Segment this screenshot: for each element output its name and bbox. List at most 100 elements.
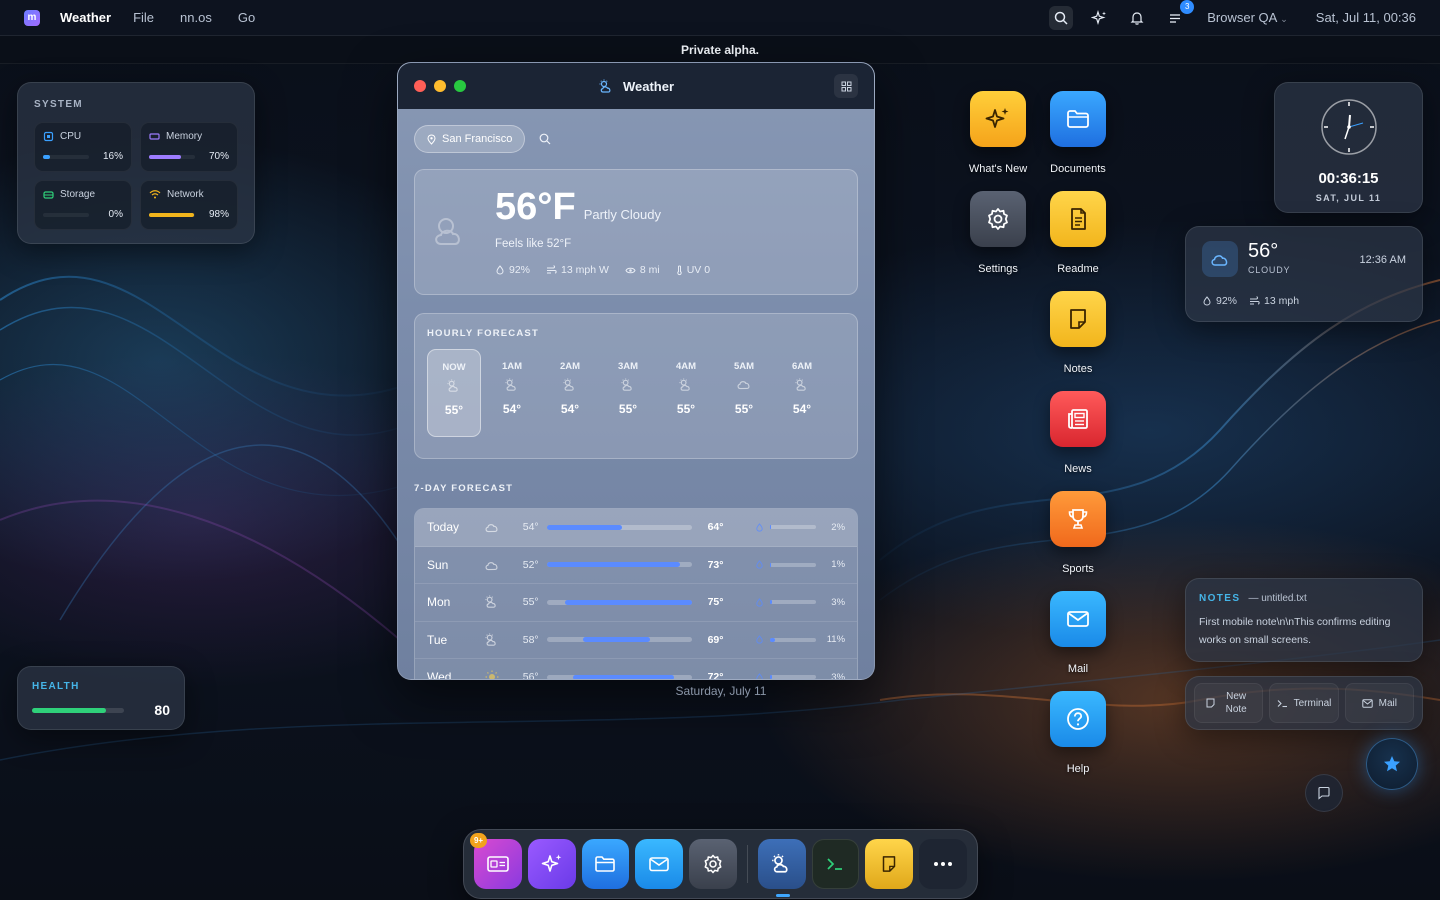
temp-range-bar	[546, 524, 692, 530]
window-titlebar[interactable]: Weather	[398, 63, 874, 109]
weather-window: Weather San Francisco 56°F Partly Cloudy…	[397, 62, 875, 680]
hourly-item[interactable]: 3AM 55°	[601, 349, 655, 437]
hour-temp: 55°	[676, 402, 696, 416]
mail-button[interactable]: Mail	[1344, 683, 1414, 723]
close-button[interactable]	[414, 80, 426, 92]
active-app-indicator	[775, 894, 790, 897]
documents-shortcut[interactable]: Documents	[1038, 91, 1118, 175]
daily-row[interactable]: Mon 55° 75° 3%	[415, 584, 857, 622]
sports-shortcut[interactable]: Sports	[1038, 491, 1118, 575]
chat-button[interactable]	[1305, 774, 1343, 812]
maximize-button[interactable]	[454, 80, 466, 92]
mail-icon	[1050, 591, 1106, 647]
assistant-button[interactable]	[1366, 738, 1418, 790]
clock-time: 00:36:15	[1318, 170, 1379, 187]
help-shortcut[interactable]: Help	[1038, 691, 1118, 775]
settings-shortcut[interactable]: Settings	[958, 191, 1038, 275]
desktop-date: Saturday, July 11	[675, 684, 767, 698]
dock-contacts[interactable]: 9+	[470, 833, 522, 889]
hourly-item[interactable]: 4AM 55°	[659, 349, 713, 437]
minimize-button[interactable]	[434, 80, 446, 92]
daily-row[interactable]: Sun 52° 73° 1%	[415, 547, 857, 584]
partly-cloudy-icon	[678, 378, 694, 392]
sparkles-icon[interactable]	[1087, 6, 1111, 30]
hourly-item[interactable]: 1AM 54°	[485, 349, 539, 437]
wind-icon	[1250, 296, 1260, 305]
dock-notes[interactable]	[865, 839, 914, 889]
precip-icon	[749, 635, 771, 644]
widget-time: 12:36 AM	[1359, 254, 1406, 266]
new-note-button[interactable]: New Note	[1194, 683, 1264, 723]
hour-label: NOW	[442, 362, 466, 373]
system-widget: SYSTEM CPU 16% Memory 70% Storage 0% Net…	[17, 82, 255, 244]
location-search-icon[interactable]	[539, 133, 551, 145]
daily-row[interactable]: Tue 58° 69° 11%	[415, 622, 857, 659]
readme-shortcut[interactable]: Readme	[1038, 191, 1118, 275]
day-name: Mon	[427, 595, 451, 610]
network-value: 98%	[208, 209, 229, 220]
hourly-item[interactable]: NOW 55°	[427, 349, 481, 437]
newspaper-icon	[1050, 391, 1106, 447]
memory-value: 70%	[208, 151, 229, 162]
notes-shortcut[interactable]: Notes	[1038, 291, 1118, 375]
hourly-item[interactable]: 2AM 54°	[543, 349, 597, 437]
menu-nnos[interactable]: nn.os	[180, 10, 212, 25]
dock-documents[interactable]	[581, 839, 630, 889]
partly-cloudy-icon	[446, 379, 462, 393]
daily-forecast: Today 54° 64° 2% Sun 52° 73° 1% Mon 55° 75° 3% Tue 58…	[414, 508, 858, 679]
precip-bar	[770, 600, 816, 605]
weather-widget[interactable]: 56° CLOUDY 12:36 AM 92% 13 mph	[1185, 226, 1423, 322]
hour-label: 6AM	[791, 361, 813, 372]
hourly-item[interactable]: 5AM 55°	[717, 349, 771, 437]
news-label: News	[1064, 463, 1092, 475]
partly-cloudy-icon	[562, 378, 578, 392]
cpu-card[interactable]: CPU 16%	[34, 122, 132, 172]
dock-settings[interactable]	[689, 839, 737, 889]
clock-widget[interactable]: 00:36:15 SAT, JUL 11	[1274, 82, 1423, 213]
memory-card[interactable]: Memory 70%	[140, 122, 238, 172]
hourly-item[interactable]: 6AM 54°	[775, 349, 829, 437]
location-name: San Francisco	[442, 133, 513, 145]
menu-datetime[interactable]: Sat, Jul 11, 00:36	[1316, 10, 1416, 25]
task-list-icon[interactable]: 3	[1163, 0, 1195, 30]
grid-view-button[interactable]	[834, 74, 858, 98]
hourly-forecast: HOURLY FORECAST NOW 55° 1AM 54° 2AM 54° 3AM 55°…	[414, 313, 858, 459]
daily-row[interactable]: Today 54° 64° 2%	[415, 509, 857, 547]
humidity-icon	[496, 265, 504, 275]
location-pill[interactable]: San Francisco	[414, 125, 526, 153]
temp-range-bar	[546, 674, 692, 679]
bell-icon[interactable]	[1125, 6, 1149, 30]
notes-label: Notes	[1063, 363, 1093, 375]
news-shortcut[interactable]: News	[1038, 391, 1118, 475]
os-logo-icon[interactable]: m	[24, 9, 40, 26]
gear-icon	[704, 854, 722, 874]
mail-shortcut[interactable]: Mail	[1038, 591, 1118, 675]
dock-whats-new[interactable]	[527, 839, 576, 889]
whats-new-shortcut[interactable]: What's New	[958, 91, 1038, 175]
health-widget[interactable]: HEALTH 80	[17, 666, 185, 730]
precip-value: 1%	[831, 559, 846, 571]
network-card[interactable]: Network 98%	[140, 180, 238, 230]
user-menu[interactable]: Browser QA ⌄	[1207, 10, 1288, 25]
terminal-button[interactable]: Terminal	[1269, 683, 1339, 723]
search-icon[interactable]	[1049, 5, 1074, 30]
current-conditions: 56°F Partly Cloudy Feels like 52°F 92% 1…	[414, 169, 858, 295]
sports-label: Sports	[1062, 563, 1094, 575]
dock-more[interactable]	[919, 839, 967, 889]
daily-row[interactable]: Wed 56° 72° 3%	[415, 659, 857, 679]
dock-terminal[interactable]	[811, 839, 860, 889]
dock-weather[interactable]	[757, 839, 806, 897]
storage-card[interactable]: Storage 0%	[34, 180, 132, 230]
note-icon	[883, 856, 896, 872]
dock-mail[interactable]	[635, 839, 684, 889]
menu-file[interactable]: File	[133, 10, 154, 25]
precip-icon	[749, 672, 771, 679]
widget-humidity: 92%	[1202, 295, 1237, 307]
menu-app-name[interactable]: Weather	[60, 10, 111, 25]
widget-condition: CLOUDY	[1248, 265, 1291, 275]
partly-cloudy-icon	[620, 378, 636, 392]
hour-label: 4AM	[675, 361, 697, 372]
notes-widget[interactable]: NOTES — untitled.txt First mobile note\n…	[1185, 578, 1423, 662]
menu-go[interactable]: Go	[238, 10, 255, 25]
memory-label: Memory	[166, 131, 203, 142]
